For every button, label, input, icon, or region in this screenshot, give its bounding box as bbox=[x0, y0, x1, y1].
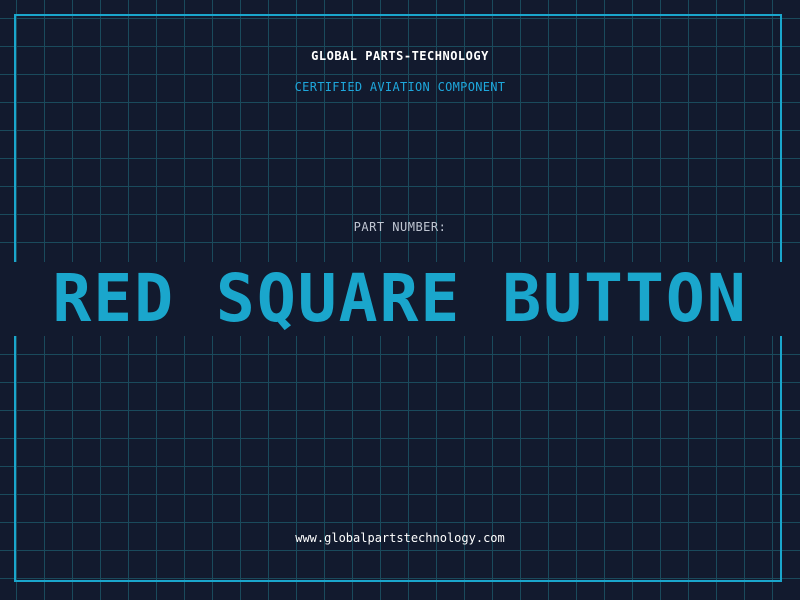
part-name: RED SQUARE BUTTON bbox=[52, 260, 748, 337]
part-label-card: GLOBAL PARTS-TECHNOLOGY CERTIFIED AVIATI… bbox=[0, 0, 800, 600]
certification-subtitle: CERTIFIED AVIATION COMPONENT bbox=[294, 80, 506, 94]
part-number-label: PART NUMBER: bbox=[353, 220, 447, 234]
company-name: GLOBAL PARTS-TECHNOLOGY bbox=[311, 49, 489, 63]
website-url: www.globalpartstechnology.com bbox=[295, 531, 505, 545]
